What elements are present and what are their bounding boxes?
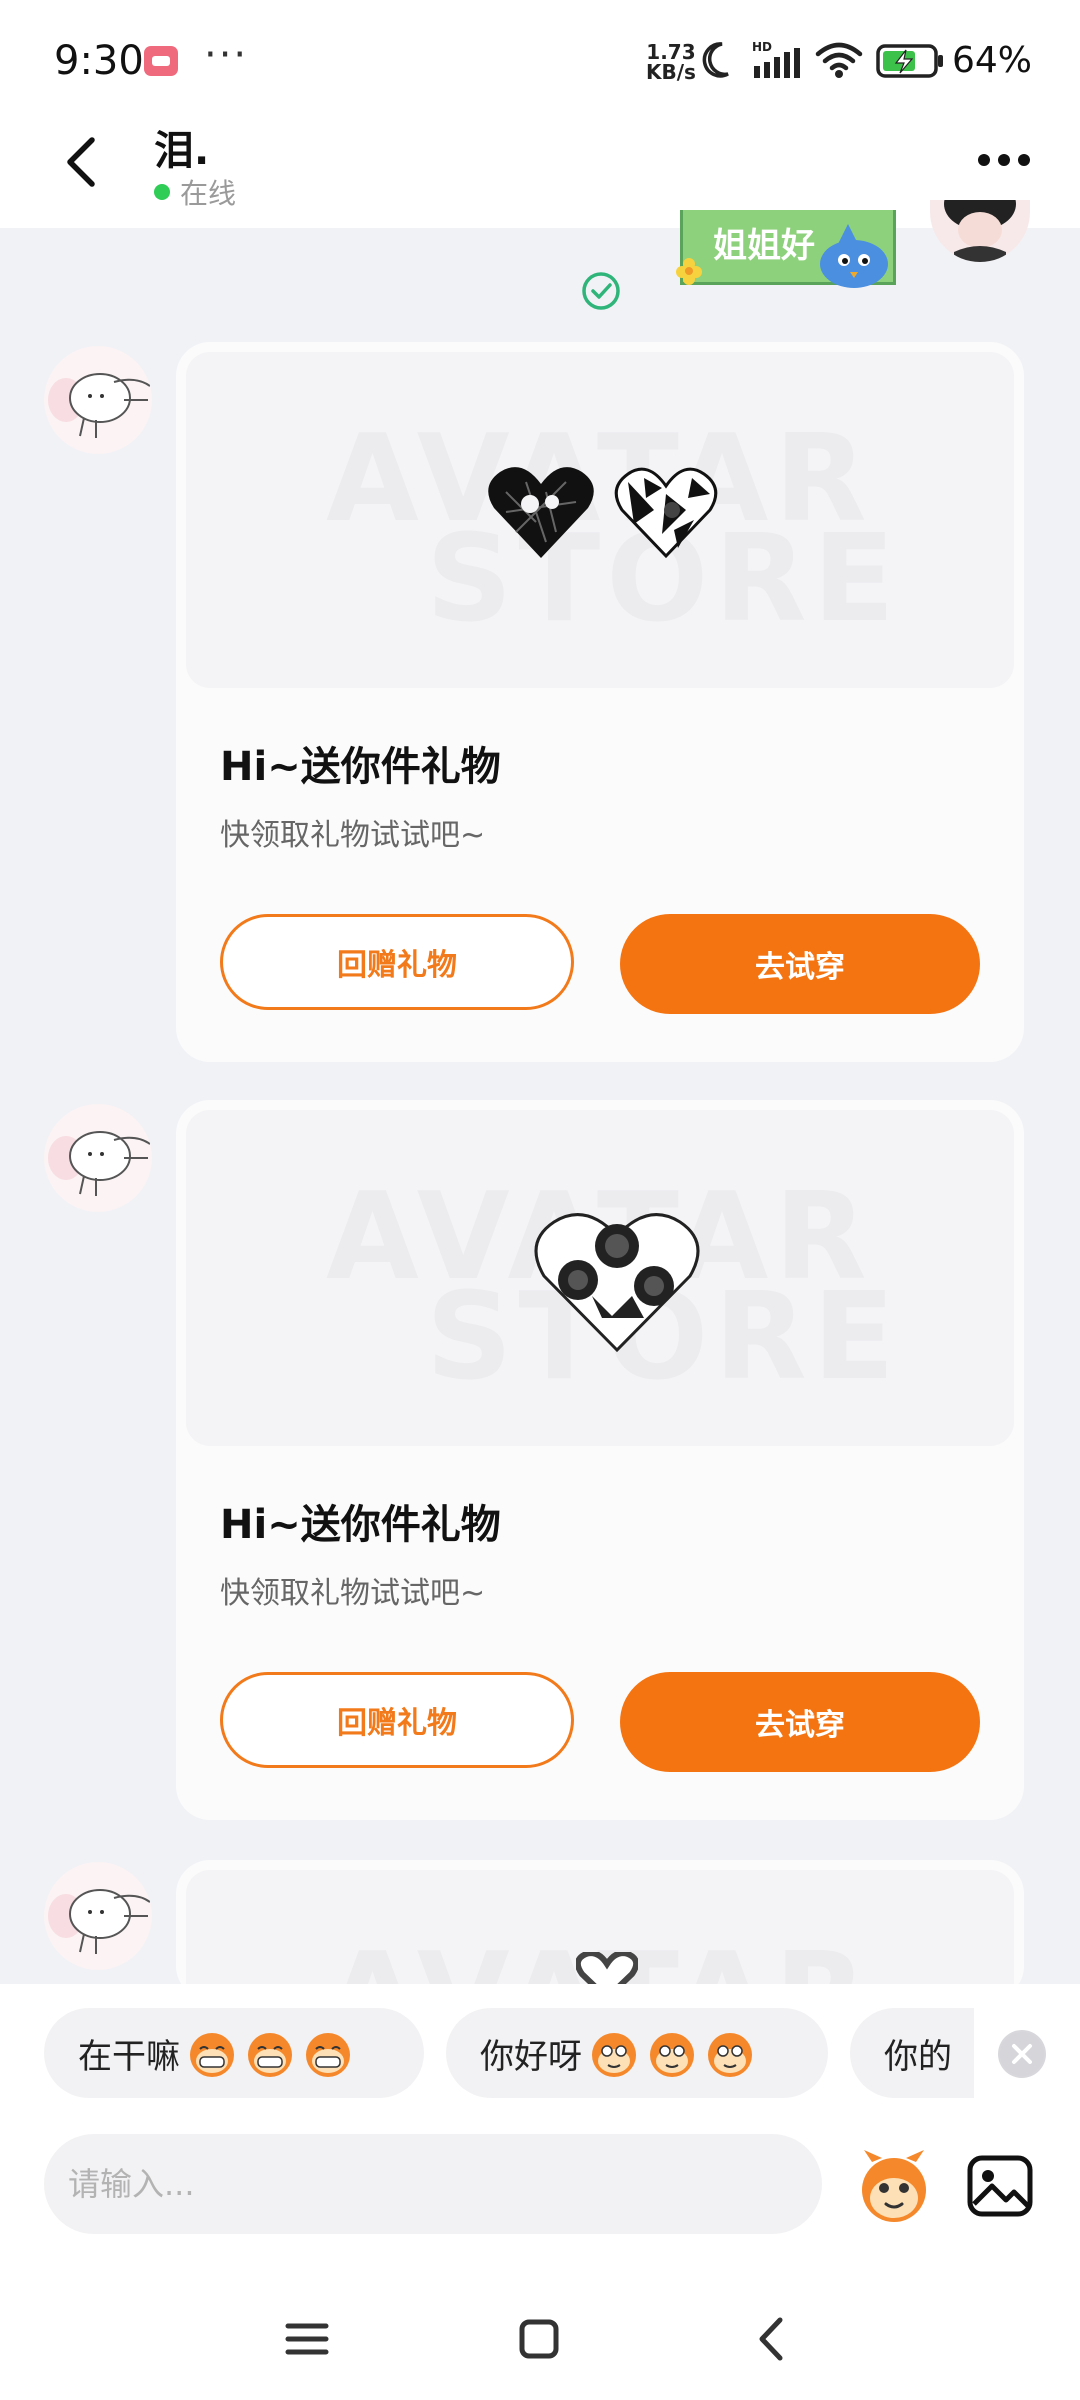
quick-reply-chip[interactable]: 你好呀 <box>446 2008 828 2098</box>
image-icon[interactable] <box>966 2154 1034 2218</box>
gift-preview: AVATAR STORE <box>186 352 1014 688</box>
girl-avatar-icon <box>944 200 1016 262</box>
smiling-monkey-emoji-icon <box>650 2033 694 2077</box>
flower-icon <box>676 258 702 285</box>
check-circle-icon <box>582 272 620 310</box>
contact-avatar[interactable] <box>44 1862 152 1970</box>
message-input[interactable] <box>44 2134 822 2234</box>
wallet-notification-icon <box>144 46 178 76</box>
bird-sticker-icon <box>820 224 888 288</box>
network-speed: 1.73 KB/s <box>646 42 696 82</box>
sent-sticker-text: 姐姐好 <box>713 226 815 266</box>
my-avatar[interactable] <box>930 200 1030 262</box>
signal-icon <box>754 48 800 78</box>
status-more: ··· <box>204 32 249 78</box>
contact-name[interactable]: 泪. <box>154 118 209 176</box>
online-status-text: 在线 <box>180 177 237 210</box>
gift-card[interactable]: AVATAR STORE Hi~送你件礼物 快领取礼物试试吧~ 回赠礼物 去试穿 <box>176 342 1024 1062</box>
gift-preview: AVATAR STORE <box>186 1110 1014 1446</box>
status-time: 9:30 <box>54 38 144 84</box>
home-square-icon[interactable] <box>506 2306 572 2372</box>
mosaic-heart-icon <box>614 467 718 559</box>
moon-icon <box>702 42 729 78</box>
network-speed-value: 1.73 <box>646 40 696 64</box>
try-on-button[interactable]: 去试穿 <box>620 914 980 1014</box>
smiling-monkey-emoji-icon <box>708 2033 752 2077</box>
more-dots-icon[interactable] <box>976 148 1032 172</box>
gift-preview: AVATAR <box>186 1870 1014 2000</box>
contact-avatar[interactable] <box>44 346 152 454</box>
grinning-monkey-emoji-icon <box>306 2033 350 2077</box>
menu-icon[interactable] <box>274 2306 340 2372</box>
gift-subtitle: 快领取礼物试试吧~ <box>220 818 486 853</box>
rabbit-avatar-icon <box>48 373 151 438</box>
broken-heart-icon <box>488 467 594 558</box>
try-on-button[interactable]: 去试穿 <box>620 1672 980 1772</box>
grinning-monkey-emoji-icon <box>190 2033 234 2077</box>
smiling-monkey-emoji-icon <box>592 2033 636 2077</box>
quick-reply-chip[interactable]: 在干嘛 <box>44 2008 424 2098</box>
gift-title: Hi~送你件礼物 <box>220 1502 501 1548</box>
close-icon[interactable] <box>998 2030 1046 2078</box>
online-status-dot <box>154 184 170 200</box>
gift-card[interactable]: AVATAR <box>176 1860 1024 2000</box>
quick-reply-text: 在干嘛 <box>78 2036 180 2077</box>
gift-card[interactable]: AVATAR STORE Hi~送你件礼物 快领取礼物试试吧~ 回赠礼物 去试穿 <box>176 1100 1024 1820</box>
gift-title: Hi~送你件礼物 <box>220 744 501 790</box>
battery-percent: 64% <box>952 40 1033 81</box>
quick-reply-text: 你好呀 <box>480 2036 582 2077</box>
wifi-icon <box>815 42 863 78</box>
quick-reply-text: 你的 <box>884 2036 952 2077</box>
back-arrow-icon[interactable] <box>52 128 112 196</box>
network-speed-unit: KB/s <box>646 60 696 84</box>
rabbit-avatar-icon <box>48 1889 151 1954</box>
return-gift-button[interactable]: 回赠礼物 <box>220 1672 574 1768</box>
emoji-face-icon[interactable] <box>854 2148 934 2228</box>
battery-icon <box>876 44 943 78</box>
gift-subtitle: 快领取礼物试试吧~ <box>220 1576 486 1611</box>
rose-heart-icon <box>534 1213 700 1353</box>
return-gift-button[interactable]: 回赠礼物 <box>220 914 574 1010</box>
rabbit-avatar-icon <box>48 1131 151 1196</box>
grinning-monkey-emoji-icon <box>248 2033 292 2077</box>
nav-back-icon[interactable] <box>740 2306 806 2372</box>
contact-avatar[interactable] <box>44 1104 152 1212</box>
quick-reply-chip[interactable]: 你的 <box>850 2008 974 2098</box>
